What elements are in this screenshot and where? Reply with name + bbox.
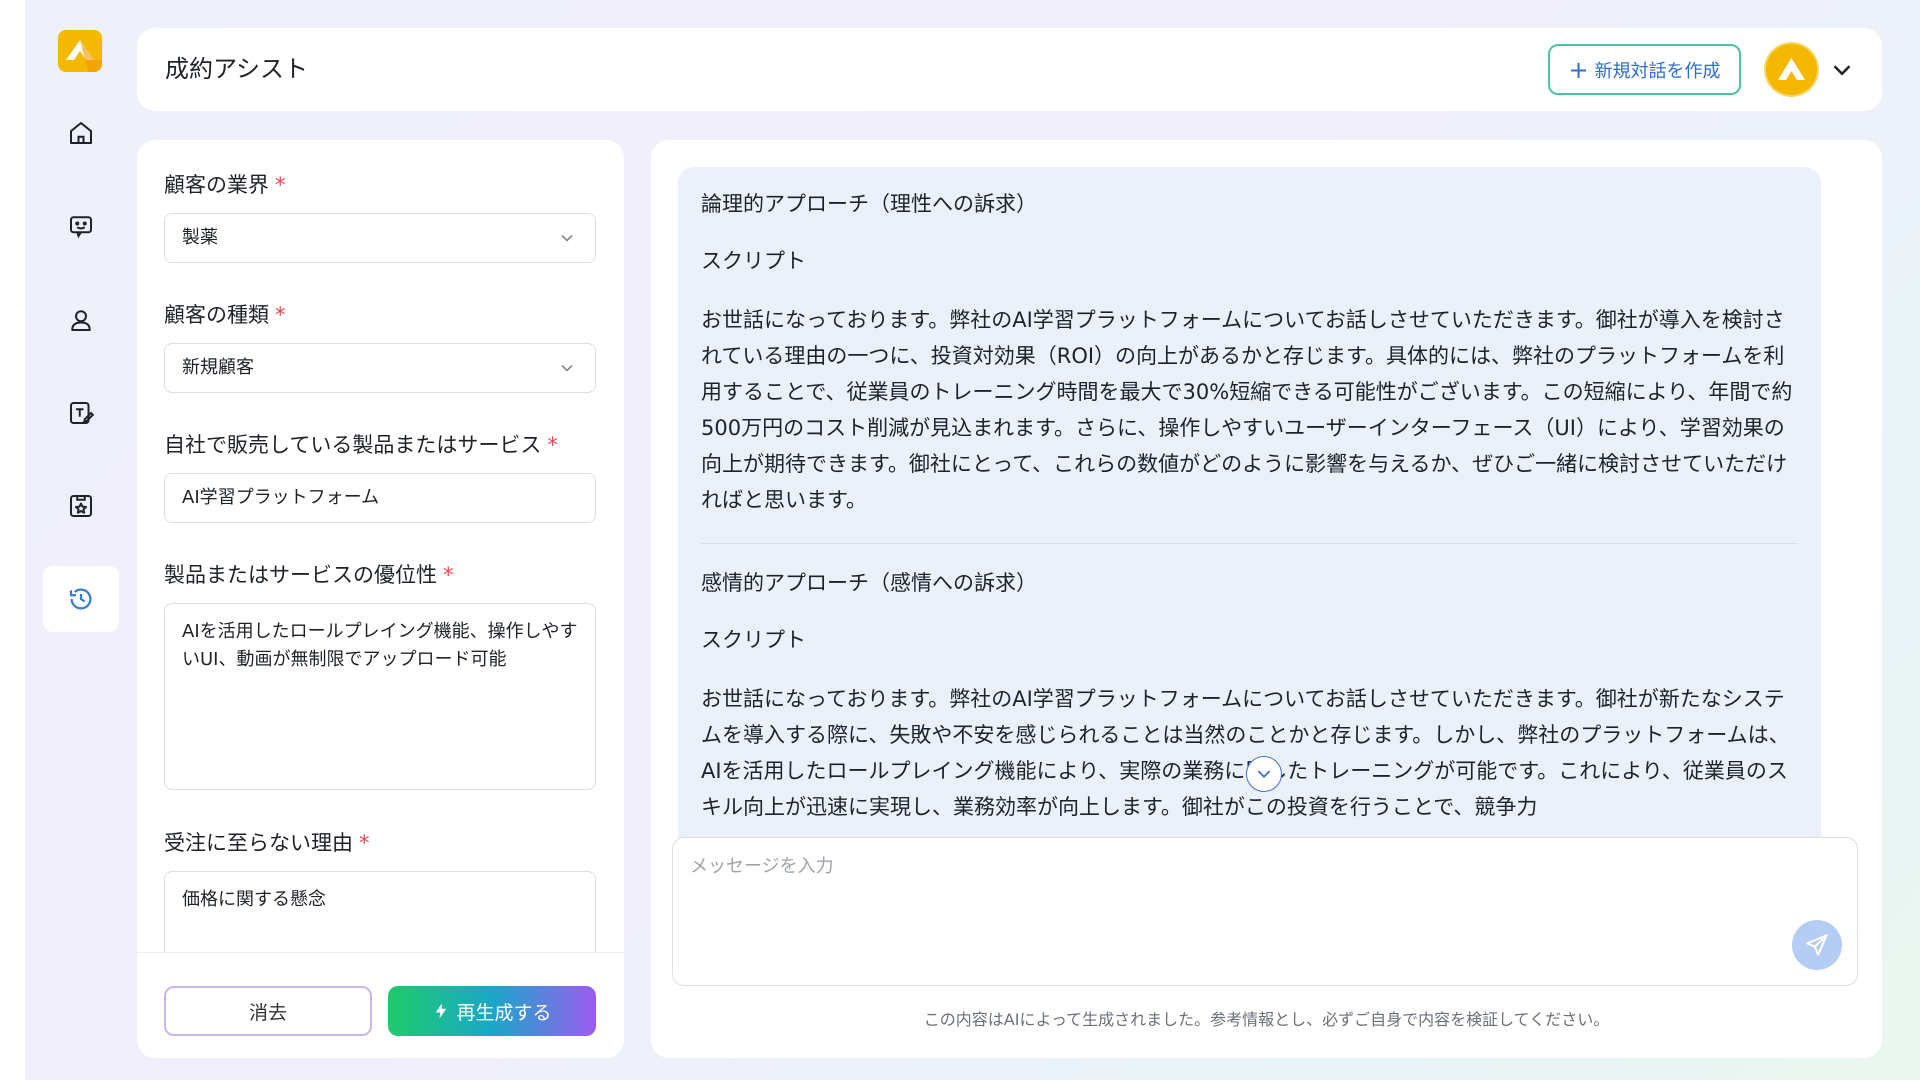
- page-title: 成約アシスト: [165, 55, 309, 83]
- section-heading: 感情的アプローチ（感情への訴求）: [701, 571, 1037, 595]
- form-footer: 消去 再生成する: [137, 952, 624, 1058]
- required-mark: *: [275, 173, 286, 197]
- lightning-icon: [436, 1003, 447, 1019]
- required-mark: *: [443, 563, 454, 587]
- industry-label: 顧客の業界 *: [164, 173, 286, 197]
- section-heading: 論理的アプローチ（理性への訴求）: [701, 192, 1037, 216]
- ai-disclaimer: この内容はAIによって生成されました。参考情報とし、必ずご自身で内容を検証してく…: [923, 1010, 1610, 1029]
- customer-type-value: 新規顧客: [182, 357, 254, 378]
- chat-bubble-icon: [70, 216, 92, 239]
- scroll-to-bottom-button[interactable]: [1246, 756, 1282, 792]
- chevron-down-icon: [1257, 770, 1271, 779]
- logo-icon: [58, 30, 102, 72]
- required-mark: *: [275, 303, 286, 327]
- new-chat-button[interactable]: + 新規対話を作成: [1548, 44, 1741, 95]
- user-icon: [71, 310, 91, 331]
- edit-text-icon: [70, 402, 95, 424]
- sidebar-item-evaluation[interactable]: [43, 473, 119, 539]
- product-input[interactable]: AI学習プラットフォーム: [164, 473, 596, 523]
- section-subheading: スクリプト: [701, 628, 806, 652]
- avatar[interactable]: [1766, 44, 1817, 95]
- required-mark: *: [547, 433, 558, 457]
- history-icon: [69, 588, 92, 610]
- regenerate-label: 再生成する: [456, 1001, 552, 1024]
- section-subheading: スクリプト: [701, 249, 806, 273]
- regenerate-button[interactable]: 再生成する: [388, 986, 596, 1036]
- sidebar-item-customer[interactable]: [43, 287, 119, 353]
- section-body: お世話になっております。弊社のAI学習プラットフォームについてお話しさせていただ…: [701, 308, 1793, 512]
- header-bar: 成約アシスト + 新規対話を作成: [137, 28, 1882, 111]
- customer-type-select[interactable]: 新規顧客: [164, 343, 596, 393]
- product-label: 自社で販売している製品またはサービス *: [164, 433, 558, 457]
- assistant-message: 論理的アプローチ（理性への訴求） スクリプト お世話になっております。弊社のAI…: [678, 167, 1821, 953]
- industry-select[interactable]: 製薬: [164, 213, 596, 263]
- advantage-label: 製品またはサービスの優位性 *: [164, 563, 454, 587]
- form-panel: 顧客の業界 * 製薬 顧客の種類 * 新規顧客 自社で販売している製品またはサービス…: [137, 140, 624, 1058]
- sidebar-item-home[interactable]: [43, 100, 119, 166]
- message-input-placeholder: メッセージを入力: [690, 856, 834, 877]
- app-logo[interactable]: [58, 30, 102, 72]
- plus-icon: +: [1568, 55, 1589, 84]
- reason-label: 受注に至らない理由 *: [164, 831, 370, 855]
- sidebar-item-chat[interactable]: [43, 193, 119, 259]
- clear-button[interactable]: 消去: [164, 986, 372, 1036]
- home-icon: [70, 122, 92, 144]
- sidebar: [25, 0, 135, 1080]
- advantage-textarea[interactable]: AIを活用したロールプレイング機能、操作しやすいUI、動画が無制限でアップロード…: [164, 603, 596, 790]
- industry-value: 製薬: [182, 227, 218, 248]
- message-input[interactable]: メッセージを入力: [672, 837, 1858, 986]
- new-chat-label: 新規対話を作成: [1594, 60, 1721, 82]
- required-mark: *: [359, 831, 370, 855]
- chevron-down-icon[interactable]: [1827, 55, 1857, 85]
- send-icon: [1806, 934, 1828, 956]
- section-divider: [701, 543, 1798, 544]
- customer-type-label: 顧客の種類 *: [164, 303, 286, 327]
- chat-panel: 論理的アプローチ（理性への訴求） スクリプト お世話になっております。弊社のAI…: [651, 140, 1882, 1058]
- chevron-down-icon: [561, 364, 573, 372]
- sidebar-item-history[interactable]: [43, 566, 119, 632]
- star-box-icon: [70, 495, 92, 517]
- sidebar-item-edit[interactable]: [43, 380, 119, 446]
- send-button[interactable]: [1792, 920, 1842, 970]
- chevron-down-icon: [561, 234, 573, 242]
- section-body: お世話になっております。弊社のAI学習プラットフォームについてお話しさせていただ…: [701, 687, 1790, 819]
- avatar-logo-icon: [1766, 44, 1817, 95]
